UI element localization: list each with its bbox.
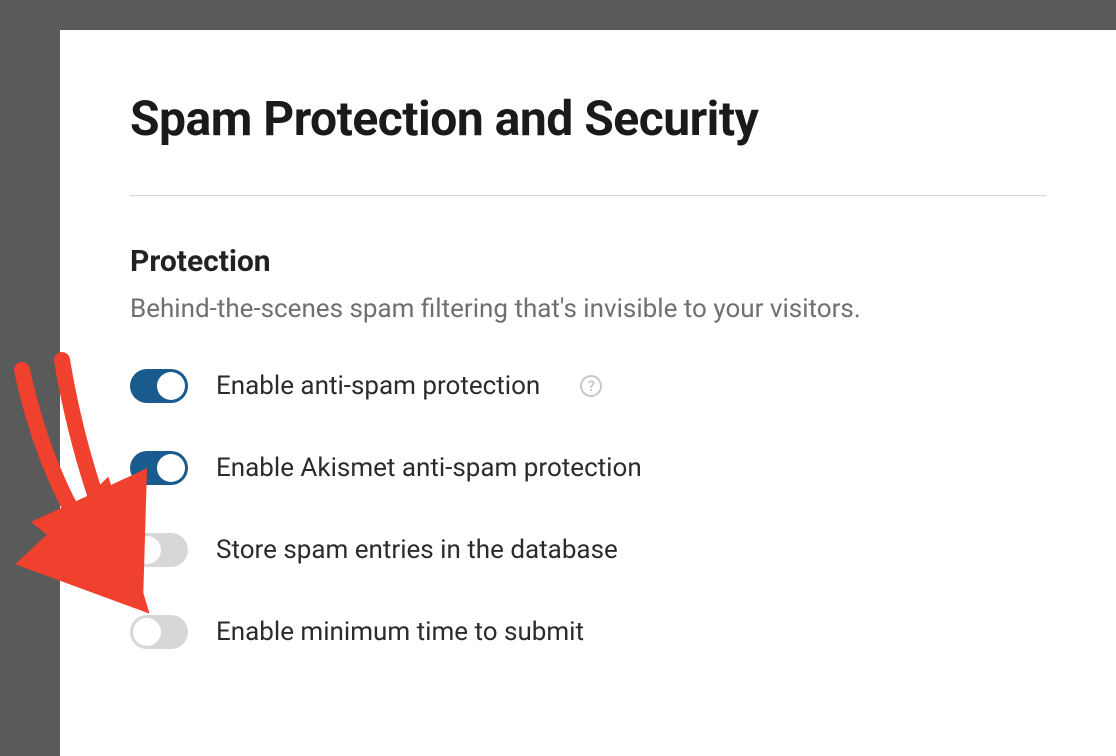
toggle-label-anti-spam: Enable anti-spam protection bbox=[216, 371, 540, 401]
toggle-min-time[interactable] bbox=[130, 615, 188, 649]
toggle-store-spam[interactable] bbox=[130, 533, 188, 567]
help-icon[interactable]: ? bbox=[580, 375, 602, 397]
toggle-akismet[interactable] bbox=[130, 451, 188, 485]
toggle-row-anti-spam: Enable anti-spam protection ? bbox=[130, 369, 1046, 403]
toggle-label-store-spam: Store spam entries in the database bbox=[216, 535, 618, 565]
settings-panel: Spam Protection and Security Protection … bbox=[60, 30, 1116, 756]
toggle-anti-spam[interactable] bbox=[130, 369, 188, 403]
toggle-row-min-time: Enable minimum time to submit bbox=[130, 615, 1046, 649]
divider bbox=[130, 195, 1046, 196]
section-desc-protection: Behind-the-scenes spam filtering that's … bbox=[130, 293, 1046, 327]
section-title-protection: Protection bbox=[130, 244, 1046, 279]
toggle-label-min-time: Enable minimum time to submit bbox=[216, 617, 584, 647]
page-title: Spam Protection and Security bbox=[130, 90, 1046, 147]
toggle-row-store-spam: Store spam entries in the database bbox=[130, 533, 1046, 567]
toggle-label-akismet: Enable Akismet anti-spam protection bbox=[216, 453, 642, 483]
toggle-row-akismet: Enable Akismet anti-spam protection bbox=[130, 451, 1046, 485]
